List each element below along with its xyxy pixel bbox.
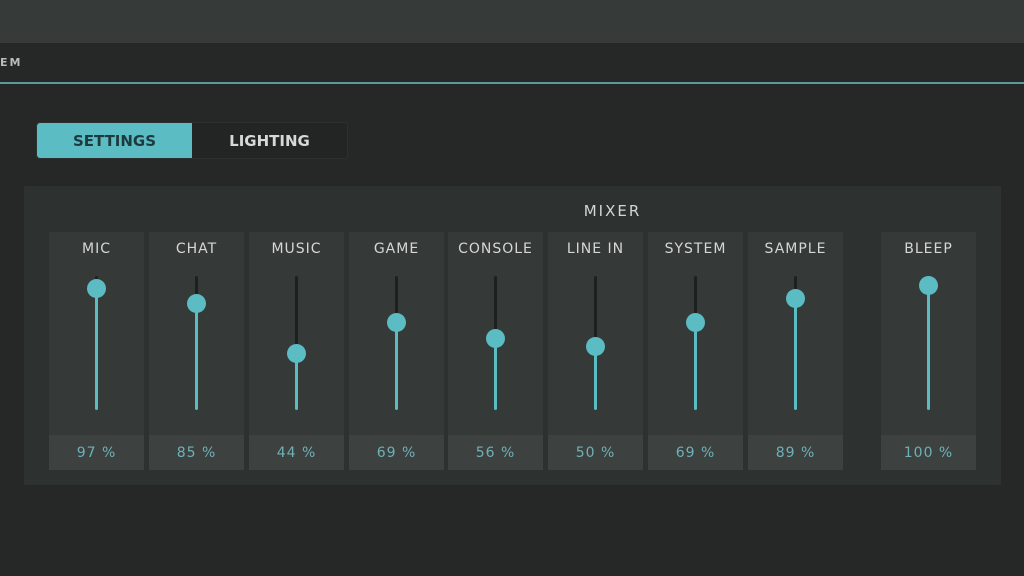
slider-fill (594, 346, 597, 410)
channel-label: CONSOLE (458, 241, 533, 257)
slider-fill (694, 322, 697, 410)
channel-game: GAME 69 % (349, 232, 444, 470)
nav-underline (0, 82, 1024, 84)
tab-settings[interactable]: SETTINGS (37, 123, 192, 158)
channel-sample: SAMPLE 89 % (748, 232, 843, 470)
slider-thumb[interactable] (87, 279, 106, 299)
slider-thumb[interactable] (287, 343, 306, 363)
slider-fill (95, 288, 98, 410)
volume-slider-chat[interactable] (187, 276, 206, 410)
volume-slider-mic[interactable] (87, 276, 106, 410)
volume-slider-system[interactable] (686, 276, 705, 410)
mixer-title: MIXER (583, 202, 642, 220)
slider-thumb[interactable] (919, 275, 938, 295)
slider-thumb[interactable] (187, 293, 206, 313)
slider-fill (395, 322, 398, 410)
channel-label: SAMPLE (764, 241, 827, 257)
volume-slider-music[interactable] (287, 276, 306, 410)
channel-label: CHAT (175, 241, 218, 257)
channel-value: 69 % (648, 435, 743, 470)
volume-slider-bleep[interactable] (919, 275, 938, 410)
channel-mic: MIC 97 % (49, 232, 144, 470)
channel-music: MUSIC 44 % (249, 232, 344, 470)
channel-console: CONSOLE 56 % (448, 232, 543, 470)
channel-line-in: LINE IN 50 % (548, 232, 643, 470)
nav-item-system[interactable]: EM (0, 56, 22, 69)
channel-bleep: BLEEP 100 % (881, 232, 976, 470)
channel-label: GAME (373, 241, 420, 257)
slider-thumb[interactable] (486, 329, 505, 349)
tab-bar: SETTINGS LIGHTING (36, 122, 348, 159)
slider-thumb[interactable] (586, 336, 605, 356)
channel-value: 56 % (448, 435, 543, 470)
volume-slider-sample[interactable] (786, 276, 805, 410)
channel-chat: CHAT 85 % (149, 232, 244, 470)
channel-value: 50 % (548, 435, 643, 470)
volume-slider-line-in[interactable] (586, 276, 605, 410)
slider-fill (794, 298, 797, 410)
tab-lighting[interactable]: LIGHTING (192, 123, 347, 158)
slider-fill (927, 285, 930, 410)
channel-label: MUSIC (271, 241, 322, 257)
channel-value: 89 % (748, 435, 843, 470)
channel-value: 97 % (49, 435, 144, 470)
channel-label: LINE IN (566, 241, 625, 257)
channel-value: 100 % (881, 435, 976, 470)
slider-thumb[interactable] (786, 288, 805, 308)
top-bar (0, 0, 1024, 43)
channel-label: BLEEP (904, 241, 953, 257)
channel-label: SYSTEM (664, 241, 727, 257)
volume-slider-console[interactable] (486, 276, 505, 410)
slider-thumb[interactable] (686, 313, 705, 333)
channel-value: 44 % (249, 435, 344, 470)
volume-slider-game[interactable] (387, 276, 406, 410)
channel-label: MIC (82, 241, 111, 257)
channel-system: SYSTEM 69 % (648, 232, 743, 470)
mixer-panel: MIXER MIC 97 % CHAT 85 % MUSIC 44 % GAME 69 % CO… (24, 186, 1001, 485)
nav-bar: EM (0, 43, 1024, 83)
slider-thumb[interactable] (387, 313, 406, 333)
channel-value: 69 % (349, 435, 444, 470)
slider-fill (494, 338, 497, 410)
slider-fill (195, 303, 198, 410)
channel-value: 85 % (149, 435, 244, 470)
